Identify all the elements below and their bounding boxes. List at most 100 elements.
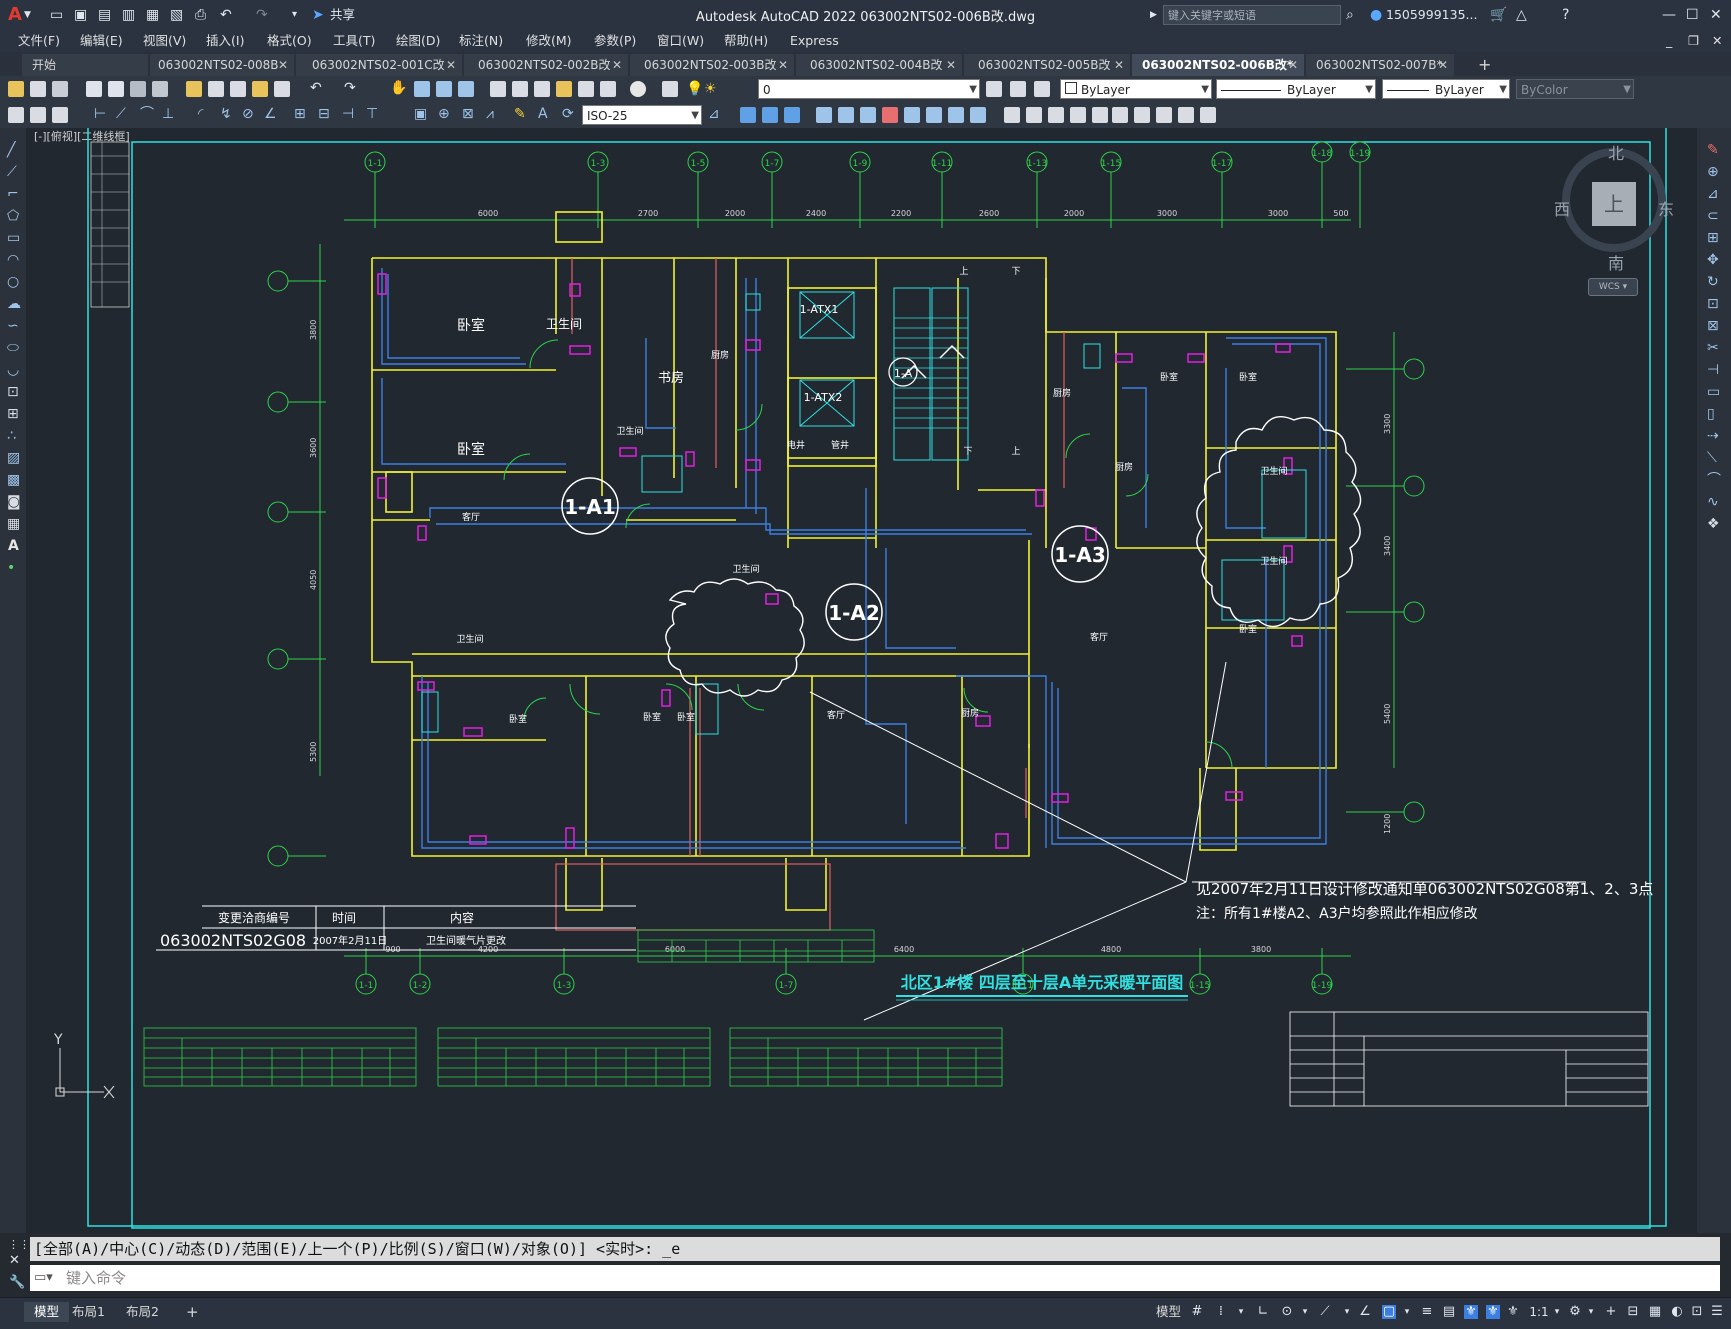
text-above-icon[interactable] (30, 107, 46, 123)
sheet-set-icon[interactable] (556, 81, 572, 97)
clean-screen-icon[interactable]: ⊡ (1690, 1305, 1704, 1319)
annotation-scale-value[interactable]: 1:1 (1528, 1305, 1550, 1319)
tab-close-icon[interactable]: ✕ (446, 54, 456, 76)
arc-icon[interactable]: ◠ (7, 250, 19, 270)
menu-dimension[interactable]: 标注(N) (459, 30, 503, 52)
drawing-area[interactable]: [-][俯视][二维线框] 1-1 1-3 1-5 1-7 1-9 1-11 1… (26, 128, 1697, 1233)
dimstyle-dropdown[interactable]: ISO-25 ▼ (582, 105, 702, 125)
save-web-icon[interactable]: ▧ (170, 5, 183, 25)
offset-icon[interactable] (970, 107, 986, 123)
autodesk-app-icon[interactable]: △ (1516, 5, 1527, 25)
hatch-back-icon[interactable] (52, 107, 68, 123)
layer-on-icon[interactable]: 💡 (686, 79, 703, 99)
polygon-icon[interactable]: ⬠ (7, 206, 19, 226)
menu-view[interactable]: 视图(V) (143, 30, 186, 52)
units-icon[interactable]: ⊟ (1626, 1305, 1640, 1319)
zoom-window-icon[interactable] (436, 81, 452, 97)
layer-previous-icon[interactable] (1010, 81, 1026, 97)
model-space-toggle[interactable]: 模型 (1146, 1302, 1191, 1322)
wcs-menu[interactable]: WCS ▾ (1588, 278, 1638, 296)
plot-preview-icon[interactable] (108, 81, 124, 97)
ucs-world-icon[interactable] (762, 107, 778, 123)
paste-icon[interactable] (230, 81, 246, 97)
layer-states-icon[interactable] (1034, 81, 1050, 97)
space-icon[interactable]: ⊤ (366, 104, 378, 124)
tab-file-3[interactable]: 063002NTS02-002B改 ✕ (464, 54, 628, 76)
object-snap-tracking-icon[interactable]: ∠ (1358, 1305, 1372, 1319)
layer-freeze-icon[interactable]: ☀ (704, 79, 717, 99)
share-icon[interactable]: ➤ (312, 5, 324, 25)
undo-tool-icon[interactable]: ↶ (310, 78, 322, 98)
circle-icon[interactable]: ○ (7, 272, 19, 292)
object-snap-dropdown-icon[interactable]: ▾ (1400, 1305, 1414, 1319)
maximize-icon[interactable]: ☐ (1686, 5, 1699, 25)
copy-tool-icon[interactable] (838, 107, 854, 123)
draw-order-icon[interactable] (8, 107, 24, 123)
arc-length-icon[interactable]: ⌒ (140, 104, 154, 124)
scale-tool-icon[interactable]: ⊡ (1707, 294, 1719, 314)
refedit-icon[interactable] (1134, 107, 1150, 123)
angular-icon[interactable]: ∠ (264, 104, 277, 124)
minimize-icon[interactable]: — (1662, 5, 1676, 25)
radius-icon[interactable]: ◜ (198, 104, 203, 124)
extend-icon[interactable]: ⊣ (1707, 360, 1719, 380)
annotation-visibility-icon[interactable]: ⚜ (1464, 1305, 1478, 1319)
layout-tab-2[interactable]: 布局2 (116, 1302, 169, 1322)
group-icon[interactable] (1004, 107, 1020, 123)
copy-object-icon[interactable]: ⊕ (1707, 162, 1719, 182)
layer-properties-icon[interactable] (662, 81, 678, 97)
mirror-icon[interactable] (948, 107, 964, 123)
point-icon[interactable]: ∴ (7, 426, 16, 446)
viewcube-north[interactable]: 北 (1608, 140, 1624, 164)
tab-close-icon[interactable]: ✕ (778, 54, 788, 76)
design-center-icon[interactable] (512, 81, 528, 97)
tab-close-icon[interactable]: ✕ (946, 54, 956, 76)
offset-tool-icon[interactable]: ⊂ (1707, 206, 1719, 226)
revcloud-icon[interactable]: ☁ (7, 294, 21, 314)
isolate-objects-icon[interactable]: ◐ (1670, 1305, 1684, 1319)
block-editor-icon[interactable] (274, 81, 290, 97)
new-tab-button[interactable]: + (1472, 54, 1494, 76)
break-at-point-icon[interactable]: ▯ (1707, 404, 1715, 424)
menu-file[interactable]: 文件(F) (18, 30, 60, 52)
explode-icon[interactable]: ❖ (1707, 514, 1720, 534)
tab-close-icon[interactable]: ✕ (612, 54, 622, 76)
3d-print-icon[interactable] (152, 81, 168, 97)
ucs-previous-icon[interactable] (784, 107, 800, 123)
trim-icon[interactable]: ✂ (1707, 338, 1719, 358)
lineweight-dropdown[interactable]: ByLayer ▼ (1382, 79, 1510, 99)
quick-dim-icon[interactable]: ⊞ (294, 104, 306, 124)
image-clip-icon[interactable] (1178, 107, 1194, 123)
snap-icon[interactable]: ⁞ (1214, 1305, 1228, 1319)
polyline-icon[interactable]: ⌐ (7, 184, 19, 204)
zoom-realtime-icon[interactable] (414, 81, 430, 97)
tab-file-2[interactable]: 063002NTS02-001C改 ✕ (296, 54, 462, 76)
menu-express[interactable]: Express (790, 30, 839, 52)
save-as-icon[interactable]: ▥ (122, 5, 135, 25)
search-icon[interactable]: ⌕ (1346, 5, 1354, 25)
add-layout-icon[interactable]: + (176, 1302, 209, 1322)
properties-icon[interactable] (490, 81, 506, 97)
doc-restore-icon[interactable]: ❐ (1688, 30, 1699, 52)
center-mark-icon[interactable]: ⊕ (438, 104, 450, 124)
color-dropdown[interactable]: ByLayer ▼ (1060, 79, 1212, 99)
close-icon[interactable]: ✕ (1710, 5, 1722, 25)
break-icon[interactable]: ▭ (1707, 382, 1720, 402)
annotation-scale-icon[interactable]: ⚜ (1506, 1305, 1520, 1319)
construction-line-icon[interactable]: ⟋ (7, 162, 17, 182)
open-icon[interactable]: ▣ (74, 5, 87, 25)
viewcube-east[interactable]: 东 (1658, 196, 1674, 220)
tab-close-icon[interactable]: ✕ (1114, 54, 1124, 76)
qnew-icon[interactable] (8, 81, 24, 97)
table-icon[interactable]: ▦ (7, 514, 20, 534)
xref-icon[interactable] (1092, 107, 1108, 123)
isodraft-dropdown-icon[interactable]: ▾ (1340, 1305, 1354, 1319)
dim-edit-icon[interactable]: ✎ (514, 104, 526, 124)
xclip-icon[interactable] (1112, 107, 1128, 123)
annotation-monitor-icon[interactable]: + (1604, 1305, 1618, 1319)
group-edit-icon[interactable] (1048, 107, 1064, 123)
stretch-tool-icon[interactable]: ⊠ (1707, 316, 1719, 336)
save-icon[interactable]: ▤ (98, 5, 111, 25)
search-input[interactable]: 键入关键字或短语 (1163, 5, 1341, 25)
line-icon[interactable]: ╱ (7, 140, 15, 160)
